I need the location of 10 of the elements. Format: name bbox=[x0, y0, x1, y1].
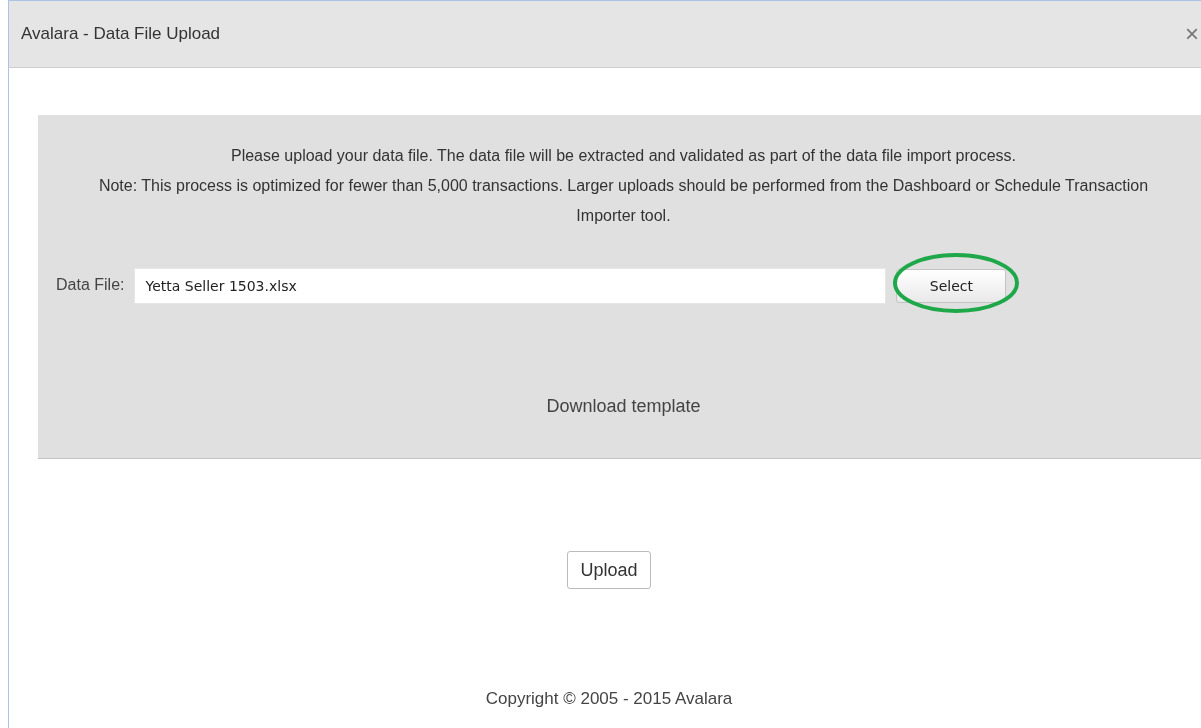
copyright-text: Copyright © 2005 - 2015 Avalara bbox=[485, 689, 733, 709]
field-label: Data File: bbox=[56, 275, 125, 294]
window-title: Avalara - Data File Upload bbox=[21, 24, 221, 44]
download-template-link[interactable]: Download template bbox=[546, 396, 701, 417]
instruction-text: Please upload your data file. The data file will be extracted and validated as part of the data file import process. bbox=[229, 146, 1018, 166]
instruction-text: Note: This process is optimized for fewer than 5,000 transactions. Larger uploads should be performed from the Dashboard or Schedule Transaction Importer tool. bbox=[97, 176, 1150, 226]
upload-button[interactable]: Upload bbox=[567, 551, 651, 589]
close-button[interactable]: × bbox=[1181, 20, 1201, 48]
file-name-field[interactable]: Yetta Seller 1503.xlsx bbox=[134, 268, 887, 304]
select-button[interactable]: Select bbox=[896, 269, 1007, 303]
